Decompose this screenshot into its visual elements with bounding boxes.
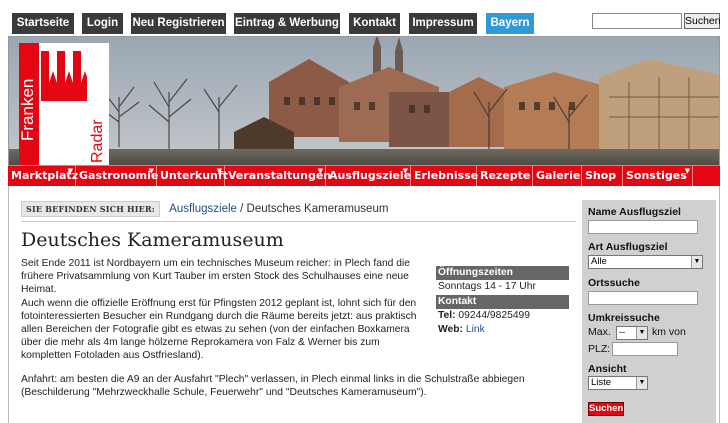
phone-number: 09244/9825499	[458, 310, 531, 321]
plz-label: PLZ:	[588, 343, 611, 355]
dropdown-arrow-icon: ▼	[67, 167, 73, 175]
page-title: Deutsches Kameramuseum	[21, 229, 284, 251]
breadcrumb-link-ausflugsziele[interactable]: Ausflugsziele	[169, 203, 237, 215]
opening-hours: Sonntags 14 - 17 Uhr	[438, 281, 536, 292]
type-label: Art Ausflugsziel	[588, 241, 668, 253]
rednav-label: Rezepte	[480, 169, 531, 182]
rednav-erlebnisse[interactable]: Erlebnisse	[411, 166, 479, 186]
directions-paragraph: Anfahrt: am besten die A9 an der Ausfahr…	[21, 374, 525, 399]
dropdown-arrow-icon: ▼	[148, 167, 154, 175]
nav-startseite[interactable]: Startseite	[12, 13, 74, 34]
rednav-galerie[interactable]: Galerie	[533, 166, 582, 186]
chevron-down-icon: ▼	[636, 377, 647, 389]
dropdown-arrow-icon: ▼	[684, 167, 690, 175]
rednav-label: Shop	[585, 169, 617, 182]
rednav-gastronomie[interactable]: Gastronomie ▼	[76, 166, 159, 186]
article-paragraph: Seit Ende 2011 ist Nordbayern um ein tec…	[21, 258, 411, 296]
breadcrumb: SIE BEFINDEN SICH HIER: Ausflugsziele / …	[21, 201, 388, 217]
plz-input[interactable]	[612, 342, 678, 356]
contact-phone: Tel: 09244/9825499	[436, 309, 569, 323]
top-search-input[interactable]	[592, 13, 682, 29]
nav-eintrag-werbung[interactable]: Eintrag & Werbung	[234, 13, 340, 34]
dropdown-arrow-icon: ▼	[317, 167, 323, 175]
place-label: Ortssuche	[588, 277, 640, 289]
breadcrumb-current: Deutsches Kameramuseum	[246, 203, 389, 215]
contact-web: Web: Link	[436, 323, 569, 337]
nav-kontakt[interactable]: Kontakt	[349, 13, 400, 34]
chevron-down-icon: ▼	[691, 256, 702, 268]
max-label: Max.	[588, 326, 611, 338]
top-navigation: Startseite Login Neu Registrieren Eintra…	[0, 0, 728, 36]
view-label: Ansicht	[588, 363, 627, 375]
search-sidebar: Name Ausflugsziel Art Ausflugsziel Alle ▼…	[582, 200, 716, 423]
logo-graphic: Franken Radar	[18, 43, 109, 165]
view-select[interactable]: Liste ▼	[588, 376, 648, 390]
radius-label: Umkreissuche	[588, 312, 660, 324]
rednav-label: Erlebnisse	[414, 169, 479, 182]
article-paragraph: Auch wenn die offizielle Eröffnung erst …	[21, 297, 417, 362]
name-label: Name Ausflugsziel	[588, 206, 681, 218]
breadcrumb-label: SIE BEFINDEN SICH HIER:	[21, 201, 160, 217]
place-input[interactable]	[588, 291, 698, 305]
sidebar-search-button[interactable]: Suchen	[588, 402, 624, 416]
km-label: km von	[652, 326, 686, 338]
nav-impressum[interactable]: Impressum	[409, 13, 477, 34]
dropdown-arrow-icon: ▼	[402, 167, 408, 175]
nav-bayern[interactable]: Bayern	[486, 13, 534, 34]
nav-registrieren[interactable]: Neu Registrieren	[131, 13, 226, 34]
hours-heading: Öffnungszeiten	[436, 266, 569, 280]
rednav-veranstaltungen[interactable]: Veranstaltungen ▼	[225, 166, 331, 186]
max-select[interactable]: -- ▼	[616, 326, 648, 340]
chevron-down-icon: ▼	[636, 327, 647, 339]
top-search-button[interactable]: Suchen	[684, 13, 721, 29]
web-label: Web:	[438, 324, 463, 335]
max-select-value: --	[619, 327, 626, 338]
rednav-label: Sonstiges	[626, 169, 687, 182]
rednav-rezepte[interactable]: Rezepte	[477, 166, 533, 186]
breadcrumb-divider	[21, 221, 576, 222]
breadcrumb-separator: /	[236, 203, 247, 215]
rednav-unterkunft[interactable]: Unterkunft ▼	[157, 166, 228, 186]
phone-label: Tel:	[438, 310, 456, 321]
view-select-value: Liste	[591, 377, 612, 388]
rednav-label: Veranstaltungen	[228, 169, 332, 182]
dropdown-arrow-icon: ▼	[216, 167, 222, 175]
rednav-ausflugsziele[interactable]: Ausflugsziele ▼	[326, 166, 411, 186]
rednav-label: Ausflugsziele	[329, 169, 412, 182]
main-content: SIE BEFINDEN SICH HIER: Ausflugsziele / …	[8, 186, 720, 423]
header-banner: Franken Radar	[8, 36, 720, 166]
header-photo	[9, 37, 719, 165]
category-navigation: Marktplatz ▼ Gastronomie ▼ Unterkunft ▼ Ver…	[8, 166, 720, 186]
name-input[interactable]	[588, 220, 698, 234]
page: Startseite Login Neu Registrieren Eintra…	[0, 0, 728, 423]
nav-login[interactable]: Login	[82, 13, 123, 34]
type-select[interactable]: Alle ▼	[588, 255, 703, 269]
rednav-sonstiges[interactable]: Sonstiges ▼	[623, 166, 693, 186]
frankenradar-logo[interactable]: Franken Radar	[18, 43, 109, 165]
article-intro: Seit Ende 2011 ist Nordbayern um ein tec…	[21, 257, 431, 363]
logo-text-radar: Radar	[89, 119, 106, 163]
logo-text-franken: Franken	[19, 79, 37, 141]
type-select-value: Alle	[591, 256, 607, 267]
rednav-shop[interactable]: Shop	[582, 166, 623, 186]
info-box: Öffnungszeiten Sonntags 14 - 17 Uhr Kont…	[436, 266, 569, 337]
contact-heading: Kontakt	[436, 295, 569, 309]
rednav-label: Gastronomie	[79, 169, 159, 182]
rednav-label: Galerie	[536, 169, 581, 182]
rednav-marktplatz[interactable]: Marktplatz ▼	[8, 166, 78, 186]
web-link[interactable]: Link	[466, 324, 485, 335]
